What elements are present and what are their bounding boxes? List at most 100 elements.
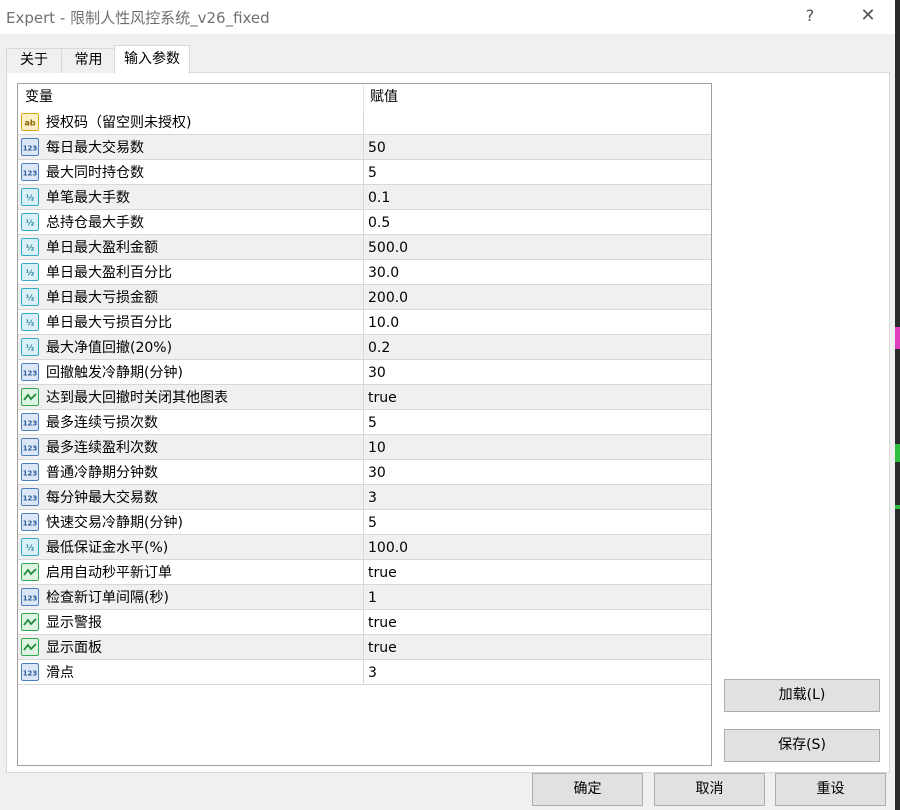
variable-cell[interactable]: ab 授权码（留空则未授权): [18, 110, 364, 134]
value-cell[interactable]: true: [368, 560, 397, 584]
variable-name: 单日最大盈利金额: [46, 240, 158, 256]
variable-name: 显示警报: [46, 615, 102, 631]
table-row[interactable]: ½ 最低保证金水平(%) 100.0: [18, 535, 711, 560]
table-row[interactable]: 123 快速交易冷静期(分钟) 5: [18, 510, 711, 535]
table-row[interactable]: ½ 单日最大亏损金额 200.0: [18, 285, 711, 310]
svg-text:123: 123: [23, 595, 38, 603]
column-header-variable[interactable]: 变量: [18, 84, 364, 110]
boolean-icon: [21, 613, 39, 631]
column-header-value[interactable]: 赋值: [364, 84, 711, 110]
table-row[interactable]: 123 最大同时持仓数 5: [18, 160, 711, 185]
variable-cell[interactable]: 123 快速交易冷静期(分钟): [18, 510, 364, 534]
table-row[interactable]: ab 授权码（留空则未授权): [18, 110, 711, 135]
table-row[interactable]: ½ 单日最大盈利百分比 30.0: [18, 260, 711, 285]
table-row[interactable]: ½ 总持仓最大手数 0.5: [18, 210, 711, 235]
table-row[interactable]: ½ 单日最大亏损百分比 10.0: [18, 310, 711, 335]
value-cell[interactable]: true: [368, 635, 397, 659]
svg-text:123: 123: [23, 495, 38, 503]
close-button[interactable]: ✕: [845, 0, 891, 34]
help-button[interactable]: ?: [787, 0, 833, 34]
value-cell[interactable]: 3: [368, 660, 377, 684]
save-button[interactable]: 保存(S): [724, 729, 880, 762]
tab-inputs[interactable]: 输入参数: [114, 45, 190, 74]
variable-cell[interactable]: 123 每分钟最大交易数: [18, 485, 364, 509]
value-cell[interactable]: 200.0: [368, 285, 408, 309]
strip-green-mark-small: [895, 505, 900, 509]
value-cell[interactable]: 1: [368, 585, 377, 609]
table-row[interactable]: ½ 单日最大盈利金额 500.0: [18, 235, 711, 260]
variable-name: 最大净值回撤(20%): [46, 340, 173, 356]
parameters-grid[interactable]: 变量 赋值 ab 授权码（留空则未授权) 123 每日最大交易数 50 123 最大同时持仓…: [17, 83, 712, 766]
table-row[interactable]: 123 最多连续盈利次数 10: [18, 435, 711, 460]
variable-cell[interactable]: ½ 单日最大盈利金额: [18, 235, 364, 259]
variable-cell[interactable]: 123 普通冷静期分钟数: [18, 460, 364, 484]
variable-cell[interactable]: ½ 单日最大盈利百分比: [18, 260, 364, 284]
variable-cell[interactable]: ½ 单笔最大手数: [18, 185, 364, 209]
variable-cell[interactable]: 123 滑点: [18, 660, 364, 684]
table-row[interactable]: ½ 最大净值回撤(20%) 0.2: [18, 335, 711, 360]
value-cell[interactable]: 5: [368, 410, 377, 434]
tab-common[interactable]: 常用: [61, 48, 116, 73]
variable-cell[interactable]: 123 最多连续盈利次数: [18, 435, 364, 459]
table-row[interactable]: 显示警报 true: [18, 610, 711, 635]
svg-text:123: 123: [23, 670, 38, 678]
variable-name: 授权码（留空则未授权): [46, 115, 192, 131]
variable-cell[interactable]: ½ 最低保证金水平(%): [18, 535, 364, 559]
integer-icon: 123: [21, 138, 39, 156]
svg-text:123: 123: [23, 470, 38, 478]
variable-name: 总持仓最大手数: [46, 215, 144, 231]
value-cell[interactable]: 30: [368, 360, 386, 384]
ok-button[interactable]: 确定: [532, 773, 643, 806]
value-cell[interactable]: 3: [368, 485, 377, 509]
table-row[interactable]: 123 滑点 3: [18, 660, 711, 685]
variable-cell[interactable]: ½ 单日最大亏损百分比: [18, 310, 364, 334]
table-row[interactable]: 123 每日最大交易数 50: [18, 135, 711, 160]
reset-button[interactable]: 重设: [775, 773, 886, 806]
integer-icon: 123: [21, 588, 39, 606]
boolean-icon: [21, 563, 39, 581]
variable-cell[interactable]: ½ 总持仓最大手数: [18, 210, 364, 234]
variable-cell[interactable]: 显示警报: [18, 610, 364, 634]
value-cell[interactable]: 50: [368, 135, 386, 159]
table-row[interactable]: 启用自动秒平新订单 true: [18, 560, 711, 585]
value-cell[interactable]: 0.1: [368, 185, 390, 209]
boolean-icon: [21, 638, 39, 656]
load-button[interactable]: 加载(L): [724, 679, 880, 712]
cancel-button[interactable]: 取消: [654, 773, 765, 806]
table-row[interactable]: ½ 单笔最大手数 0.1: [18, 185, 711, 210]
value-cell[interactable]: 500.0: [368, 235, 408, 259]
table-row[interactable]: 123 回撤触发冷静期(分钟) 30: [18, 360, 711, 385]
string-icon: ab: [21, 113, 39, 131]
variable-cell[interactable]: ½ 最大净值回撤(20%): [18, 335, 364, 359]
variable-cell[interactable]: 123 检查新订单间隔(秒): [18, 585, 364, 609]
variable-name: 普通冷静期分钟数: [46, 465, 158, 481]
value-cell[interactable]: 30.0: [368, 260, 399, 284]
table-row[interactable]: 显示面板 true: [18, 635, 711, 660]
table-row[interactable]: 123 最多连续亏损次数 5: [18, 410, 711, 435]
variable-cell[interactable]: 123 最大同时持仓数: [18, 160, 364, 184]
table-row[interactable]: 123 检查新订单间隔(秒) 1: [18, 585, 711, 610]
table-row[interactable]: 达到最大回撤时关闭其他图表 true: [18, 385, 711, 410]
value-cell[interactable]: 10: [368, 435, 386, 459]
variable-cell[interactable]: 启用自动秒平新订单: [18, 560, 364, 584]
table-row[interactable]: 123 每分钟最大交易数 3: [18, 485, 711, 510]
value-cell[interactable]: 5: [368, 160, 377, 184]
value-cell[interactable]: 10.0: [368, 310, 399, 334]
variable-cell[interactable]: ½ 单日最大亏损金额: [18, 285, 364, 309]
variable-cell[interactable]: 显示面板: [18, 635, 364, 659]
value-cell[interactable]: 0.5: [368, 210, 390, 234]
value-cell[interactable]: 100.0: [368, 535, 408, 559]
value-cell[interactable]: 5: [368, 510, 377, 534]
variable-cell[interactable]: 123 最多连续亏损次数: [18, 410, 364, 434]
variable-name: 最多连续亏损次数: [46, 415, 158, 431]
value-cell[interactable]: true: [368, 385, 397, 409]
variable-cell[interactable]: 123 回撤触发冷静期(分钟): [18, 360, 364, 384]
value-cell[interactable]: true: [368, 610, 397, 634]
variable-cell[interactable]: 123 每日最大交易数: [18, 135, 364, 159]
tab-about[interactable]: 关于: [6, 48, 62, 73]
value-cell[interactable]: 30: [368, 460, 386, 484]
variable-cell[interactable]: 达到最大回撤时关闭其他图表: [18, 385, 364, 409]
value-cell[interactable]: 0.2: [368, 335, 390, 359]
table-row[interactable]: 123 普通冷静期分钟数 30: [18, 460, 711, 485]
svg-text:123: 123: [23, 370, 38, 378]
